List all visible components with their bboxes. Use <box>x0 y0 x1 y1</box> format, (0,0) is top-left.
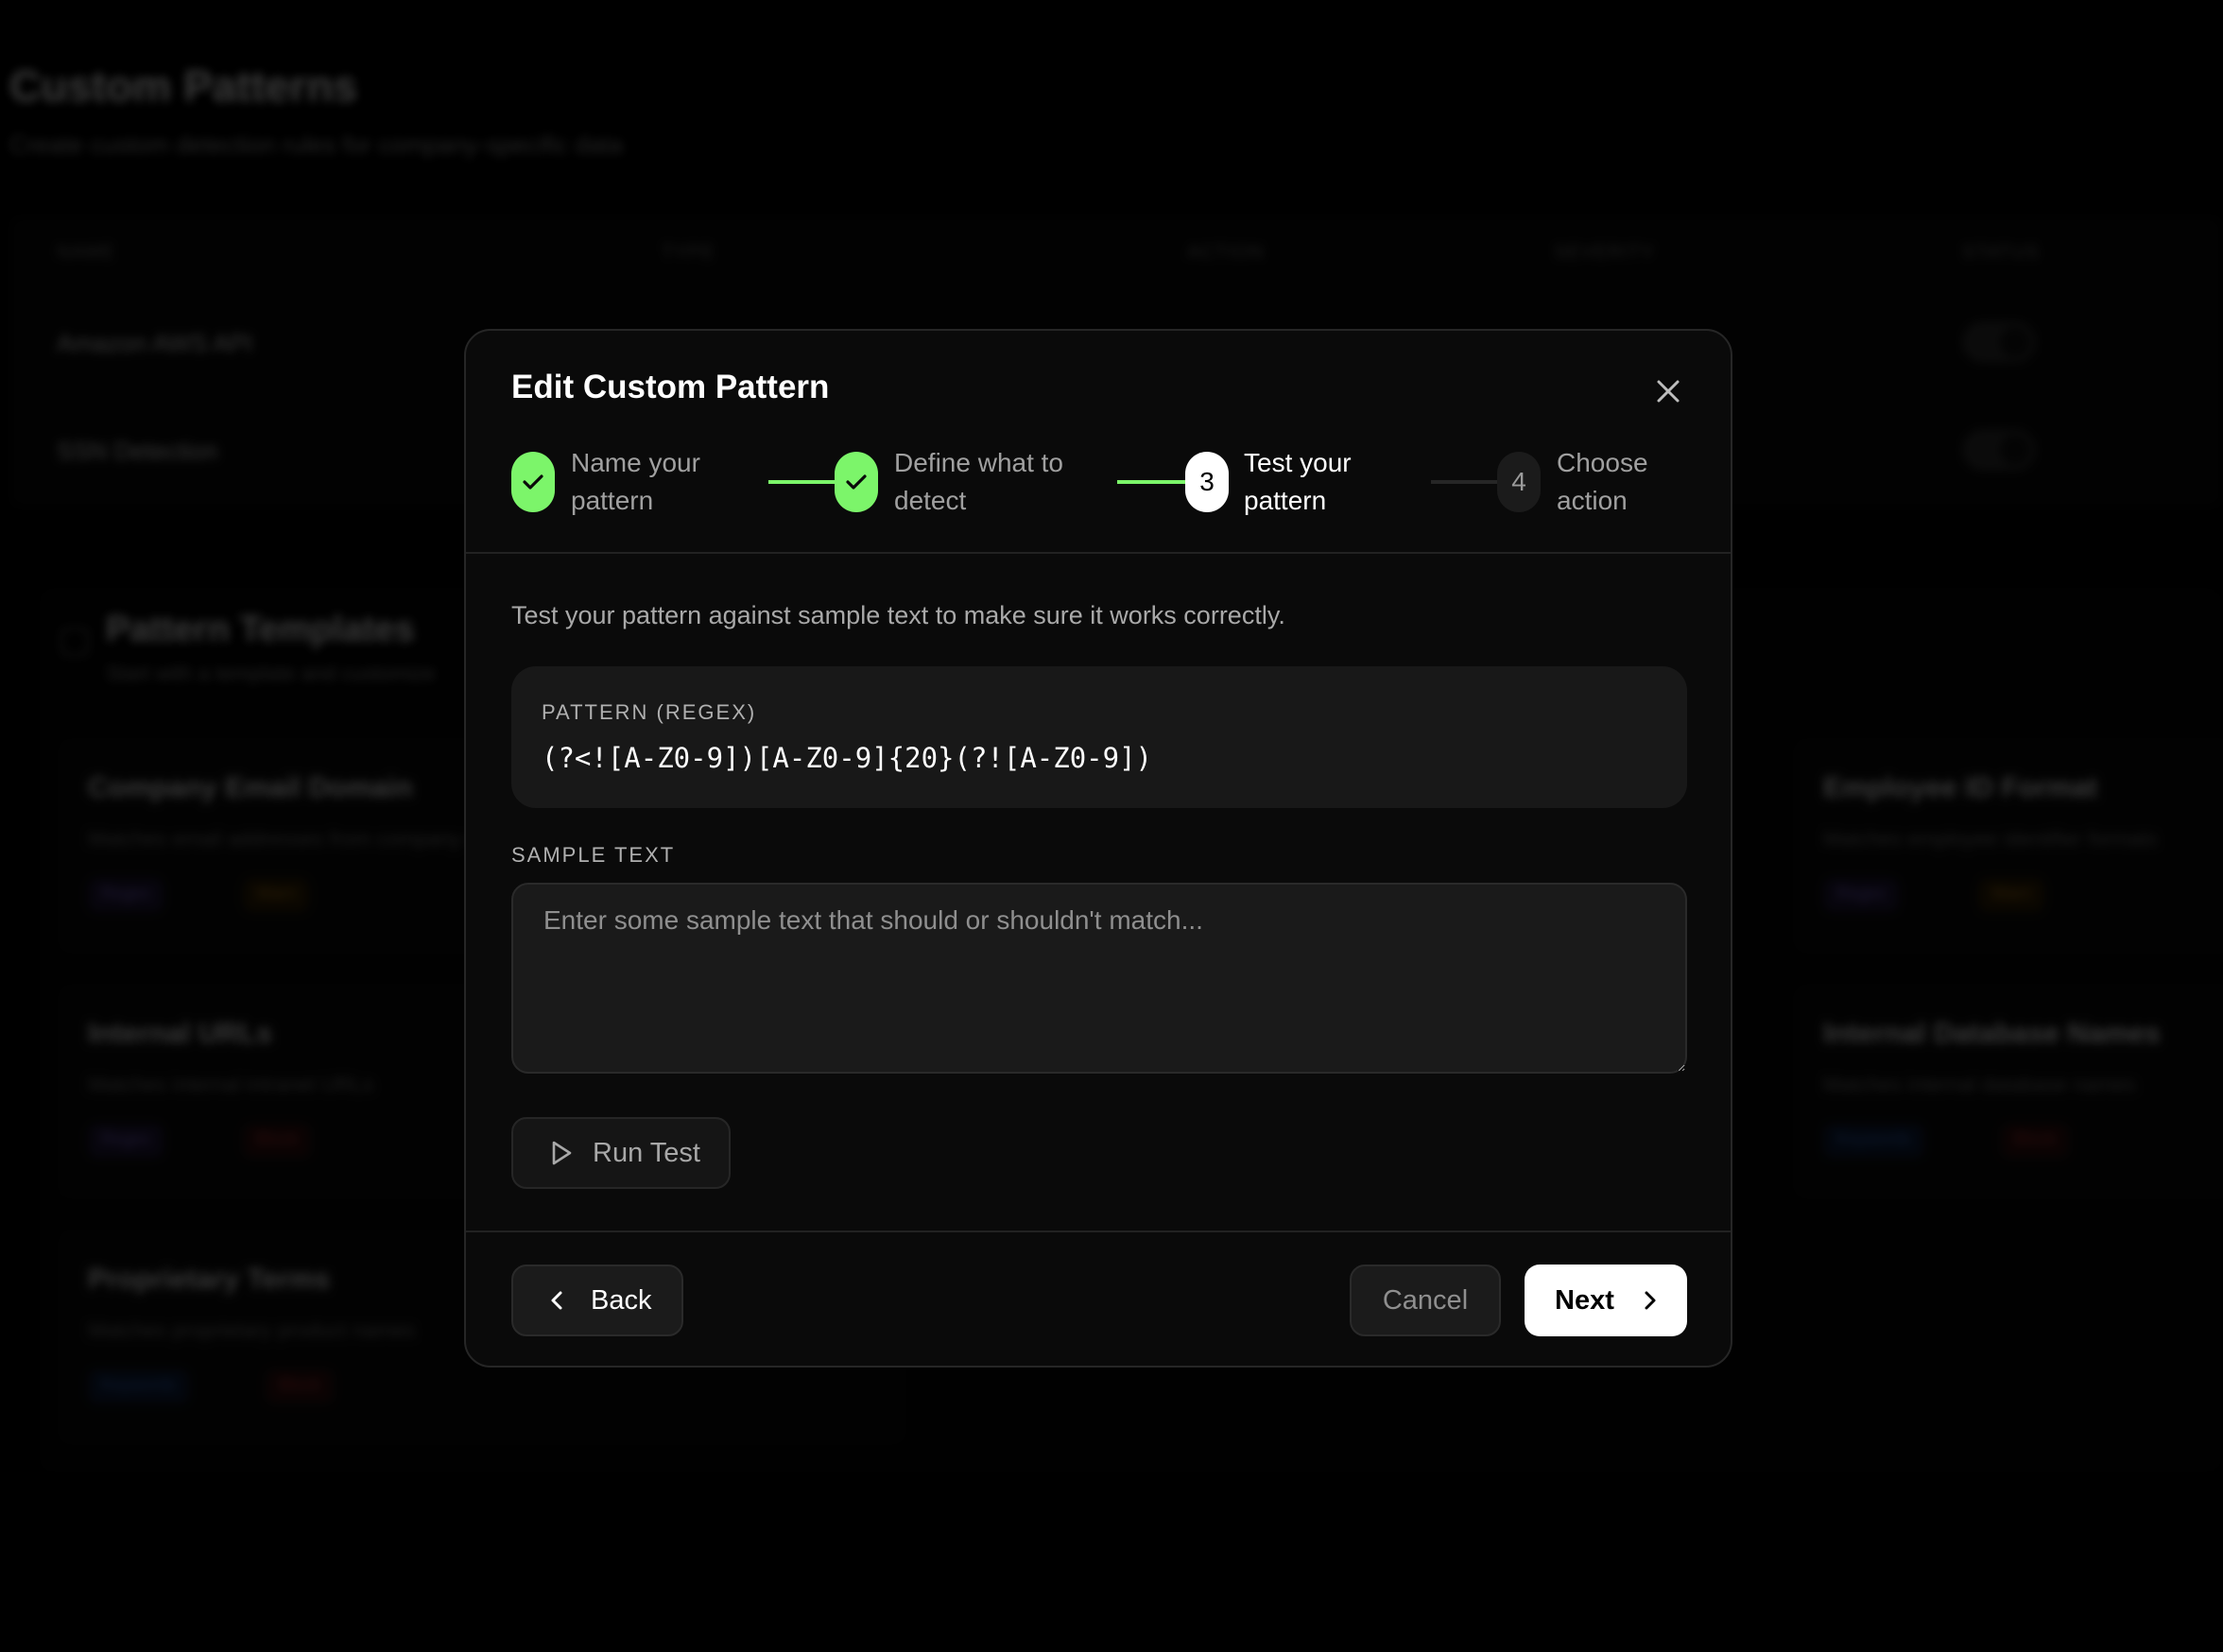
step-1-label: Name your pattern <box>571 444 700 520</box>
check-icon <box>523 474 543 490</box>
run-test-button[interactable]: Run Test <box>511 1117 731 1189</box>
close-icon <box>1657 380 1680 403</box>
step-2-indicator <box>835 452 878 512</box>
step-1-indicator <box>511 452 555 512</box>
play-icon <box>552 1141 572 1165</box>
sample-text-input[interactable] <box>511 883 1687 1074</box>
step-2-label: Define what to detect <box>894 444 1063 520</box>
close-button[interactable] <box>1649 372 1687 410</box>
step-4-indicator: 4 <box>1497 452 1541 512</box>
step-description: Test your pattern against sample text to… <box>511 601 1285 629</box>
step-connector <box>1431 480 1499 484</box>
run-test-label: Run Test <box>593 1137 700 1168</box>
chevron-left-icon <box>551 1291 562 1310</box>
next-button[interactable]: Next <box>1525 1265 1687 1336</box>
pattern-value: (?<![A-Z0-9])[A-Z0-9]{20}(?![A-Z0-9]) <box>542 742 1153 774</box>
pattern-preview: PATTERN (REGEX) (?<![A-Z0-9])[A-Z0-9]{20… <box>511 666 1687 808</box>
divider <box>466 1230 1731 1232</box>
chevron-right-icon <box>1645 1291 1656 1310</box>
divider <box>466 552 1731 554</box>
step-label-line: pattern <box>571 486 654 515</box>
step-3-label: Test your pattern <box>1244 444 1352 520</box>
step-connector <box>768 480 836 484</box>
step-label-line: Test your <box>1244 448 1352 477</box>
step-label-line: pattern <box>1244 486 1327 515</box>
next-label: Next <box>1555 1284 1614 1316</box>
step-connector <box>1117 480 1187 484</box>
back-label: Back <box>591 1284 652 1316</box>
back-button[interactable]: Back <box>511 1265 683 1336</box>
dialog-title: Edit Custom Pattern <box>511 369 830 405</box>
step-label-line: Define what to <box>894 448 1063 477</box>
sample-text-label: SAMPLE TEXT <box>511 843 676 867</box>
edit-pattern-dialog: Edit Custom Pattern Name your pattern De… <box>464 329 1732 1368</box>
step-label-line: Choose <box>1557 448 1648 477</box>
step-label-line: detect <box>894 486 967 515</box>
pattern-label: PATTERN (REGEX) <box>542 700 757 724</box>
step-label-line: action <box>1557 486 1628 515</box>
step-4-label: Choose action <box>1557 444 1648 520</box>
cancel-button[interactable]: Cancel <box>1350 1265 1501 1336</box>
step-label-line: Name your <box>571 448 700 477</box>
step-3-indicator: 3 <box>1185 452 1229 512</box>
check-icon <box>846 474 867 490</box>
